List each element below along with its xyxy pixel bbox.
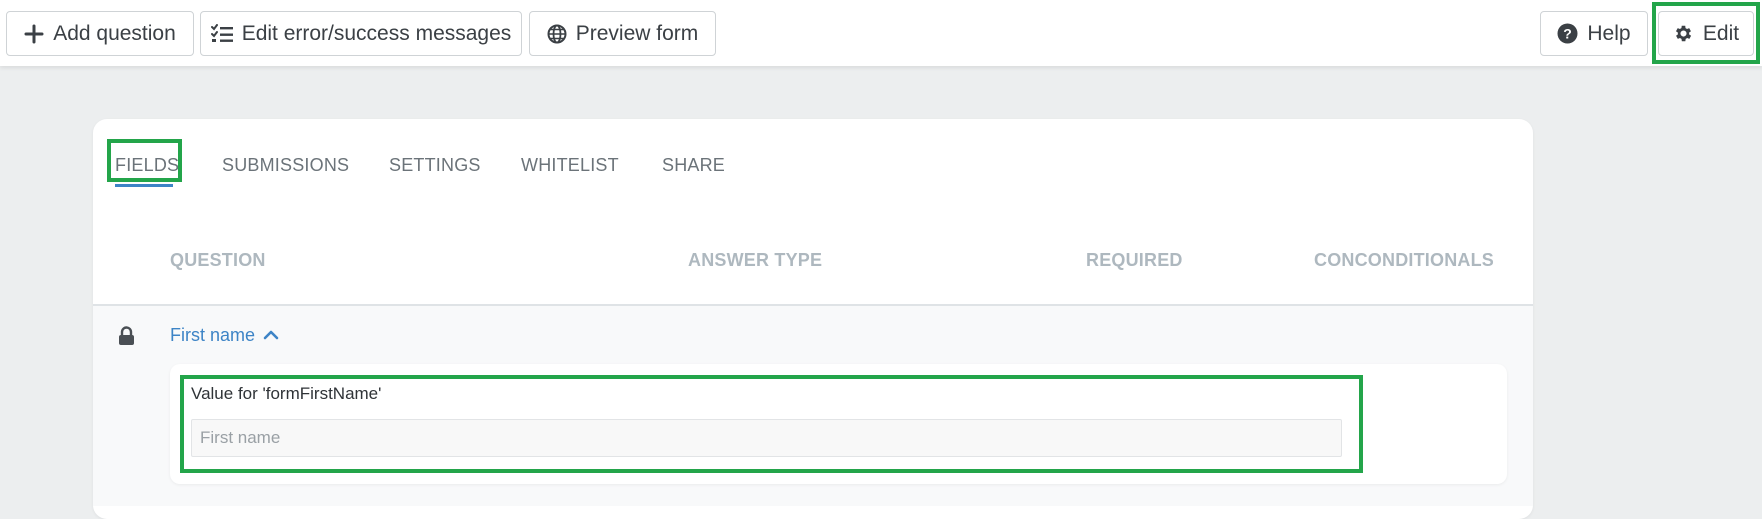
plus-icon — [24, 24, 44, 44]
column-header-required: REQUIRED — [1086, 250, 1183, 270]
svg-text:?: ? — [1564, 26, 1573, 42]
chevron-up-icon — [263, 325, 279, 346]
column-header-conditionals: CONCONDITIONALS — [1314, 250, 1494, 270]
edit-button[interactable]: Edit — [1658, 11, 1754, 56]
top-toolbar: Add question Edit error/success messages… — [0, 0, 1762, 66]
edit-messages-label: Edit error/success messages — [241, 21, 512, 45]
tab-share[interactable]: SHARE — [662, 155, 725, 176]
column-header-question: QUESTION — [170, 250, 266, 270]
preview-form-label: Preview form — [575, 21, 699, 45]
edit-messages-button[interactable]: Edit error/success messages — [200, 11, 522, 56]
add-question-label: Add question — [53, 21, 176, 45]
question-title: First name — [170, 325, 256, 345]
tab-fields[interactable]: FIELDS — [115, 155, 179, 176]
tab-settings[interactable]: SETTINGS — [389, 155, 481, 176]
gear-icon — [1673, 23, 1694, 44]
lock-icon — [118, 326, 135, 351]
active-tab-indicator — [115, 184, 173, 187]
globe-icon — [547, 24, 567, 44]
edit-label: Edit — [1702, 21, 1740, 45]
question-first-name-toggle[interactable]: First name — [170, 325, 279, 346]
preview-form-button[interactable]: Preview form — [529, 11, 716, 56]
help-button[interactable]: ? Help — [1540, 11, 1648, 56]
column-header-answer-type: ANSWER TYPE — [688, 250, 823, 270]
add-question-button[interactable]: Add question — [6, 11, 194, 56]
tab-submissions[interactable]: SUBMISSIONS — [222, 155, 349, 176]
value-label: Value for 'formFirstName' — [191, 384, 382, 403]
first-name-input[interactable] — [191, 419, 1342, 457]
question-circle-icon: ? — [1557, 23, 1578, 44]
tab-whitelist[interactable]: WHITELIST — [521, 155, 619, 176]
help-label: Help — [1587, 21, 1631, 45]
checklist-icon — [210, 23, 233, 44]
